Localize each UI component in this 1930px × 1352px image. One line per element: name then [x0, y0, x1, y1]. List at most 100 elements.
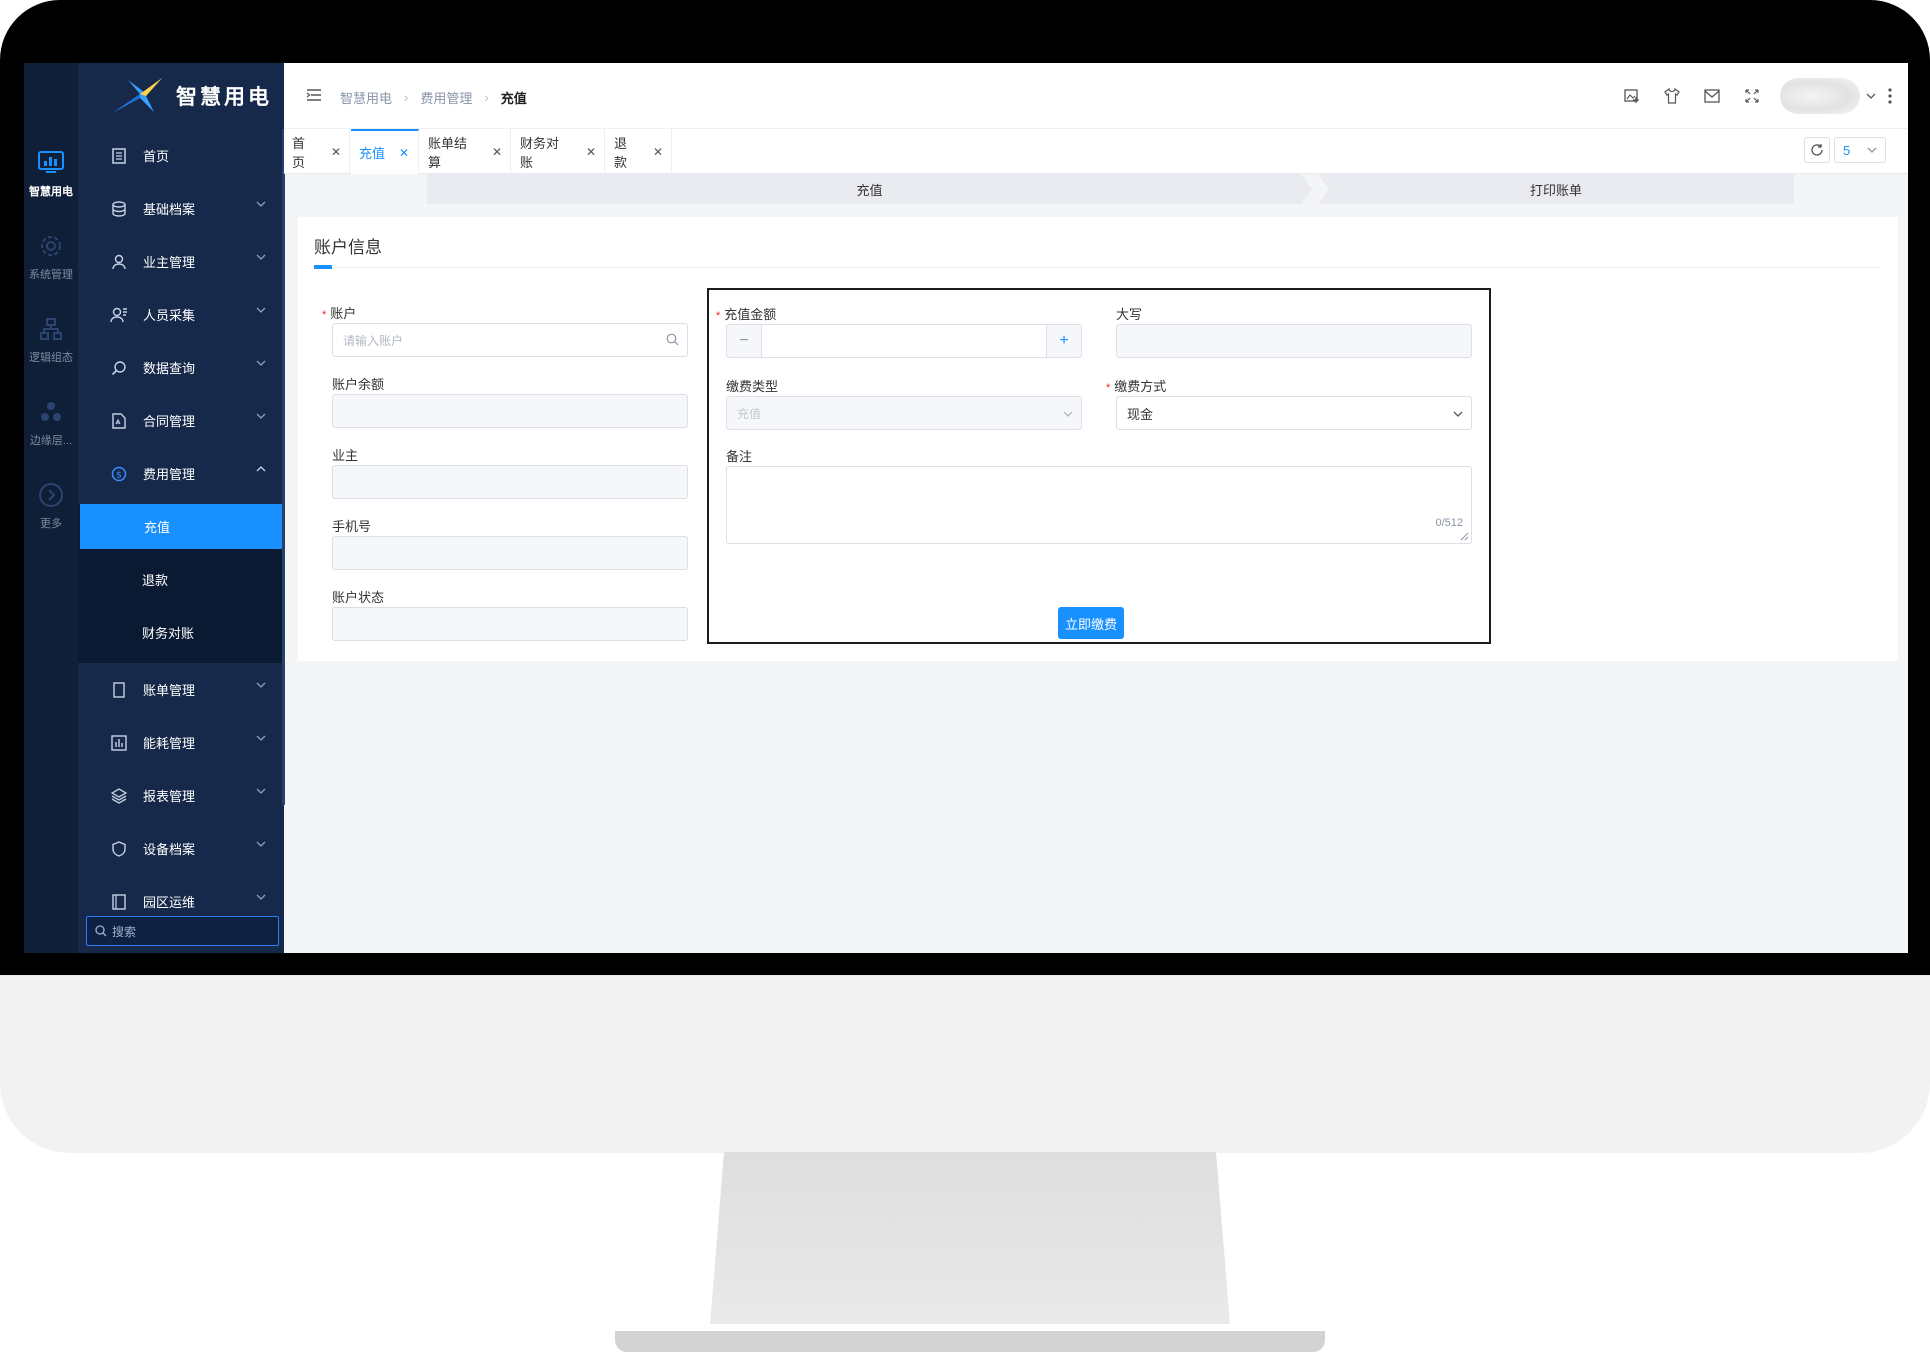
- balance-field: [332, 394, 688, 428]
- rail-item-system[interactable]: 系统管理: [24, 232, 78, 282]
- sidebar-item-label: 业主管理: [143, 255, 196, 270]
- sidebar-item-personnel[interactable]: 人员采集: [78, 288, 284, 341]
- sidebar-item-label: 园区运维: [143, 895, 196, 910]
- account-input[interactable]: 请输入账户: [332, 323, 688, 357]
- book-icon: [110, 893, 128, 911]
- rail-item-more[interactable]: 更多: [24, 481, 78, 531]
- search-icon: [110, 359, 128, 377]
- document-icon: [110, 147, 128, 165]
- tab-bill-settlement[interactable]: 账单结算 ✕: [420, 129, 511, 174]
- tab-reconciliation[interactable]: 财务对账 ✕: [512, 129, 605, 174]
- hierarchy-icon: [37, 315, 65, 343]
- sidebar-item-fee-management[interactable]: $ 费用管理: [78, 447, 284, 500]
- tab-count-value: 5: [1843, 142, 1851, 158]
- breadcrumb-item[interactable]: 费用管理: [420, 88, 472, 107]
- rail-item-logic[interactable]: 逻辑组态: [24, 315, 78, 365]
- submenu-item-reconciliation[interactable]: 财务对账: [78, 610, 284, 655]
- pay-now-button[interactable]: 立即缴费: [1058, 607, 1124, 639]
- layers-icon: [110, 787, 128, 805]
- sidebar-item-label: 账单管理: [143, 683, 196, 698]
- tab-recharge[interactable]: 充值 ✕: [351, 129, 419, 174]
- close-icon[interactable]: ✕: [399, 146, 409, 160]
- remark-textarea[interactable]: 0/512: [726, 466, 1472, 544]
- chevron-down-icon: [256, 788, 266, 794]
- close-icon[interactable]: ✕: [653, 145, 663, 159]
- refresh-icon: [1811, 144, 1823, 156]
- monitor-stand-neck: [710, 1152, 1230, 1324]
- amount-input[interactable]: [762, 324, 1046, 358]
- app-logo: 智慧用电: [78, 63, 284, 129]
- bar-chart-icon: [110, 734, 128, 752]
- tab-refund[interactable]: 退款 ✕: [606, 129, 672, 174]
- module-rail: 智慧用电 系统管理 逻辑组态 边缘层... 更多: [24, 63, 78, 953]
- chevron-down-icon: [256, 682, 266, 688]
- rail-item-edge[interactable]: 边缘层...: [24, 398, 78, 448]
- chevron-down-icon: [256, 307, 266, 313]
- monitor-stand-base: [615, 1331, 1325, 1352]
- rail-item-label: 智慧用电: [29, 186, 73, 198]
- kebab-icon[interactable]: [1888, 88, 1892, 104]
- fullscreen-icon[interactable]: [1732, 76, 1772, 116]
- menu-search-input[interactable]: 搜索: [86, 916, 279, 946]
- sidebar-item-label: 费用管理: [143, 467, 196, 482]
- breadcrumb-separator-icon: ›: [404, 90, 409, 105]
- amount-increment-button[interactable]: +: [1046, 324, 1082, 358]
- breadcrumb-item[interactable]: 智慧用电: [340, 88, 392, 107]
- database-icon: [110, 200, 128, 218]
- sidebar-item-bill-management[interactable]: 账单管理: [78, 663, 284, 716]
- mail-icon[interactable]: [1692, 76, 1732, 116]
- page-tabs: 首页 ✕ 充值 ✕ 账单结算 ✕ 财务对账 ✕ 退款 ✕ 5: [284, 129, 1908, 174]
- payment-section: * 充值金额 − + 大写 缴费类型 充值 * 缴费方式 现金 备注 0/512 立…: [707, 288, 1491, 644]
- dollar-circle-icon: $: [110, 465, 128, 483]
- chevron-down-icon: [256, 735, 266, 741]
- required-mark: *: [716, 310, 721, 322]
- sidebar-item-contract[interactable]: 合同管理: [78, 394, 284, 447]
- pay-method-select[interactable]: 现金: [1116, 396, 1472, 430]
- close-icon[interactable]: ✕: [586, 145, 596, 159]
- amount-decrement-button[interactable]: −: [726, 324, 762, 358]
- chevron-down-icon: [1063, 411, 1073, 417]
- tab-count-select[interactable]: 5: [1834, 137, 1886, 163]
- shirt-icon[interactable]: [1652, 76, 1692, 116]
- account-input-placeholder: 请输入账户: [343, 333, 404, 348]
- search-icon[interactable]: [666, 333, 679, 346]
- sidebar-scrollbar[interactable]: [282, 129, 285, 805]
- sidebar-item-basic-archive[interactable]: 基础档案: [78, 182, 284, 235]
- submenu-item-refund[interactable]: 退款: [78, 557, 284, 602]
- chevron-down-icon: [256, 894, 266, 900]
- submenu-item-recharge[interactable]: 充值: [80, 504, 282, 549]
- account-label: * 账户: [322, 303, 356, 322]
- image-export-icon[interactable]: [1612, 76, 1652, 116]
- svg-text:$: $: [116, 470, 122, 480]
- card-title-accent: [314, 265, 332, 269]
- amount-label: * 充值金额: [716, 304, 776, 323]
- header-toolbar: [1612, 63, 1908, 129]
- sidebar-item-label: 设备档案: [143, 842, 196, 857]
- sidebar-item-energy[interactable]: 能耗管理: [78, 716, 284, 769]
- app-screen: 智慧用电 系统管理 逻辑组态 边缘层... 更多 智慧用电 首页 基础档案 业主…: [24, 63, 1908, 953]
- tab-label: 账单结算: [428, 135, 468, 170]
- user-avatar[interactable]: [1780, 78, 1860, 114]
- menu-toggle-icon[interactable]: [306, 88, 322, 102]
- close-icon[interactable]: ✕: [492, 145, 502, 159]
- rail-item-label: 更多: [40, 518, 62, 530]
- refresh-button[interactable]: [1804, 137, 1830, 163]
- sidebar-item-owner-management[interactable]: 业主管理: [78, 235, 284, 288]
- sidebar-item-device-archive[interactable]: 设备档案: [78, 822, 284, 875]
- remark-counter: 0/512: [1435, 517, 1463, 529]
- chevron-down-icon: [256, 360, 266, 366]
- chevron-down-icon[interactable]: [1866, 93, 1876, 99]
- sidebar-item-data-query[interactable]: 数据查询: [78, 341, 284, 394]
- required-mark: *: [322, 309, 327, 321]
- rail-item-smart-power[interactable]: 智慧用电: [24, 149, 78, 199]
- chevron-down-icon: [1453, 411, 1463, 417]
- submenu-item-label: 财务对账: [142, 626, 195, 641]
- resize-handle-icon[interactable]: [1460, 532, 1469, 541]
- sidebar-item-report[interactable]: 报表管理: [78, 769, 284, 822]
- account-info-card: 账户信息 * 账户 请输入账户 账户余额 业主 手机号 账户状态 * 充值金额 − …: [298, 217, 1898, 661]
- sidebar-item-home[interactable]: 首页: [78, 129, 284, 182]
- close-icon[interactable]: ✕: [331, 145, 341, 159]
- chevron-circle-icon: [37, 481, 65, 509]
- tab-home[interactable]: 首页 ✕: [284, 129, 350, 174]
- tab-label: 充值: [359, 146, 386, 161]
